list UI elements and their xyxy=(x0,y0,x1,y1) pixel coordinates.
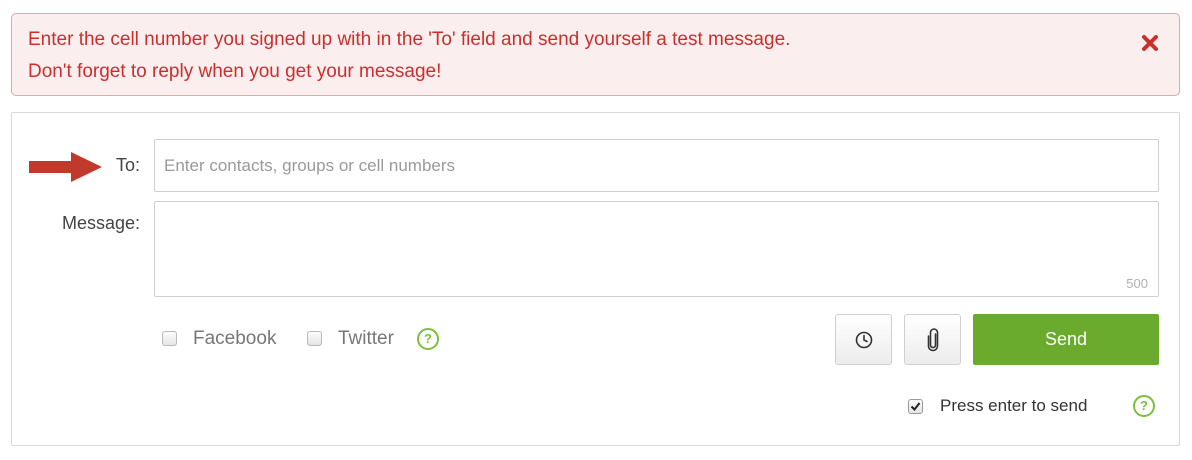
attach-button[interactable] xyxy=(904,314,961,365)
to-label: To: xyxy=(115,155,140,175)
character-counter: 500 xyxy=(1126,276,1148,291)
red-arrow-icon xyxy=(29,152,102,182)
clock-icon xyxy=(855,331,872,348)
paperclip-icon xyxy=(927,327,938,351)
facebook-checkbox[interactable] xyxy=(162,331,177,346)
facebook-label[interactable]: Facebook xyxy=(193,328,276,350)
social-help-icon[interactable]: ? xyxy=(417,328,439,350)
close-icon[interactable] xyxy=(1139,32,1161,54)
alert-banner: Enter the cell number you signed up with… xyxy=(11,13,1180,96)
alert-message-line-1: Enter the cell number you signed up with… xyxy=(28,29,791,50)
press-enter-label[interactable]: Press enter to send xyxy=(940,396,1087,416)
to-input[interactable] xyxy=(154,139,1159,192)
alert-message-line-2: Don't forget to reply when you get your … xyxy=(28,61,442,82)
press-enter-help-icon[interactable]: ? xyxy=(1133,395,1155,417)
send-button[interactable]: Send xyxy=(973,314,1159,365)
twitter-checkbox[interactable] xyxy=(307,331,322,346)
message-textarea[interactable] xyxy=(154,201,1159,297)
checkmark-icon xyxy=(910,402,921,412)
twitter-label[interactable]: Twitter xyxy=(338,328,394,350)
message-label: Message: xyxy=(61,213,140,233)
press-enter-checkbox[interactable] xyxy=(908,399,923,414)
schedule-button[interactable] xyxy=(835,314,892,365)
